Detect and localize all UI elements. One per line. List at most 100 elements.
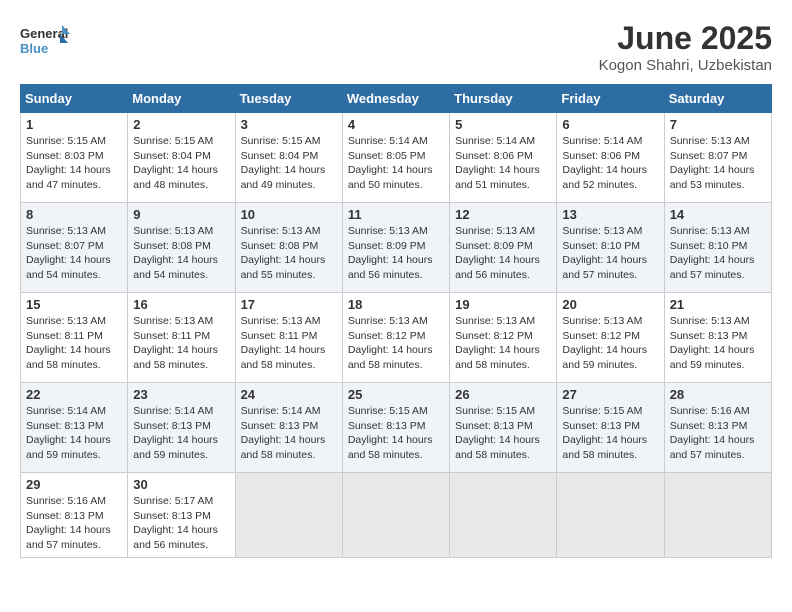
day-number: 6 xyxy=(562,117,658,132)
day-info: Sunrise: 5:14 AMSunset: 8:06 PMDaylight:… xyxy=(562,134,658,193)
calendar-cell: 14 Sunrise: 5:13 AMSunset: 8:10 PMDaylig… xyxy=(664,203,771,293)
calendar-week-1: 1 Sunrise: 5:15 AMSunset: 8:03 PMDayligh… xyxy=(21,113,772,203)
day-number: 13 xyxy=(562,207,658,222)
day-info: Sunrise: 5:14 AMSunset: 8:06 PMDaylight:… xyxy=(455,134,551,193)
calendar-cell: 15 Sunrise: 5:13 AMSunset: 8:11 PMDaylig… xyxy=(21,293,128,383)
day-info: Sunrise: 5:16 AMSunset: 8:13 PMDaylight:… xyxy=(26,494,122,553)
day-number: 18 xyxy=(348,297,444,312)
day-info: Sunrise: 5:13 AMSunset: 8:12 PMDaylight:… xyxy=(455,314,551,373)
calendar-cell xyxy=(342,473,449,558)
calendar-cell: 30 Sunrise: 5:17 AMSunset: 8:13 PMDaylig… xyxy=(128,473,235,558)
calendar-cell: 22 Sunrise: 5:14 AMSunset: 8:13 PMDaylig… xyxy=(21,383,128,473)
day-header-sunday: Sunday xyxy=(21,85,128,113)
calendar-cell: 24 Sunrise: 5:14 AMSunset: 8:13 PMDaylig… xyxy=(235,383,342,473)
calendar-cell: 11 Sunrise: 5:13 AMSunset: 8:09 PMDaylig… xyxy=(342,203,449,293)
day-info: Sunrise: 5:13 AMSunset: 8:10 PMDaylight:… xyxy=(562,224,658,283)
calendar-week-4: 22 Sunrise: 5:14 AMSunset: 8:13 PMDaylig… xyxy=(21,383,772,473)
calendar-cell: 19 Sunrise: 5:13 AMSunset: 8:12 PMDaylig… xyxy=(450,293,557,383)
calendar-cell: 10 Sunrise: 5:13 AMSunset: 8:08 PMDaylig… xyxy=(235,203,342,293)
day-number: 26 xyxy=(455,387,551,402)
day-info: Sunrise: 5:13 AMSunset: 8:07 PMDaylight:… xyxy=(670,134,766,193)
day-number: 15 xyxy=(26,297,122,312)
calendar-cell: 21 Sunrise: 5:13 AMSunset: 8:13 PMDaylig… xyxy=(664,293,771,383)
day-info: Sunrise: 5:13 AMSunset: 8:10 PMDaylight:… xyxy=(670,224,766,283)
calendar-cell xyxy=(557,473,664,558)
day-number: 16 xyxy=(133,297,229,312)
day-info: Sunrise: 5:13 AMSunset: 8:07 PMDaylight:… xyxy=(26,224,122,283)
calendar-table: SundayMondayTuesdayWednesdayThursdayFrid… xyxy=(20,84,772,558)
svg-text:Blue: Blue xyxy=(20,41,48,56)
day-info: Sunrise: 5:15 AMSunset: 8:04 PMDaylight:… xyxy=(133,134,229,193)
day-info: Sunrise: 5:13 AMSunset: 8:11 PMDaylight:… xyxy=(26,314,122,373)
day-number: 5 xyxy=(455,117,551,132)
day-info: Sunrise: 5:13 AMSunset: 8:08 PMDaylight:… xyxy=(133,224,229,283)
title-block: June 2025 Kogon Shahri, Uzbekistan xyxy=(599,20,772,74)
day-number: 11 xyxy=(348,207,444,222)
page-header: General Blue June 2025 Kogon Shahri, Uzb… xyxy=(20,20,772,74)
day-number: 25 xyxy=(348,387,444,402)
calendar-cell xyxy=(235,473,342,558)
day-info: Sunrise: 5:14 AMSunset: 8:13 PMDaylight:… xyxy=(133,404,229,463)
day-info: Sunrise: 5:13 AMSunset: 8:11 PMDaylight:… xyxy=(241,314,337,373)
day-info: Sunrise: 5:17 AMSunset: 8:13 PMDaylight:… xyxy=(133,494,229,553)
day-info: Sunrise: 5:13 AMSunset: 8:13 PMDaylight:… xyxy=(670,314,766,373)
calendar-cell xyxy=(664,473,771,558)
day-header-wednesday: Wednesday xyxy=(342,85,449,113)
calendar-cell: 2 Sunrise: 5:15 AMSunset: 8:04 PMDayligh… xyxy=(128,113,235,203)
calendar-cell: 29 Sunrise: 5:16 AMSunset: 8:13 PMDaylig… xyxy=(21,473,128,558)
calendar-cell: 27 Sunrise: 5:15 AMSunset: 8:13 PMDaylig… xyxy=(557,383,664,473)
day-info: Sunrise: 5:15 AMSunset: 8:13 PMDaylight:… xyxy=(562,404,658,463)
day-number: 22 xyxy=(26,387,122,402)
day-number: 7 xyxy=(670,117,766,132)
logo-svg: General Blue xyxy=(20,20,70,65)
day-number: 12 xyxy=(455,207,551,222)
day-info: Sunrise: 5:15 AMSunset: 8:13 PMDaylight:… xyxy=(348,404,444,463)
calendar-cell: 3 Sunrise: 5:15 AMSunset: 8:04 PMDayligh… xyxy=(235,113,342,203)
day-info: Sunrise: 5:13 AMSunset: 8:12 PMDaylight:… xyxy=(562,314,658,373)
day-number: 14 xyxy=(670,207,766,222)
day-number: 1 xyxy=(26,117,122,132)
calendar-week-5: 29 Sunrise: 5:16 AMSunset: 8:13 PMDaylig… xyxy=(21,473,772,558)
day-number: 17 xyxy=(241,297,337,312)
day-number: 8 xyxy=(26,207,122,222)
day-number: 21 xyxy=(670,297,766,312)
calendar-cell: 6 Sunrise: 5:14 AMSunset: 8:06 PMDayligh… xyxy=(557,113,664,203)
calendar-header-row: SundayMondayTuesdayWednesdayThursdayFrid… xyxy=(21,85,772,113)
day-info: Sunrise: 5:14 AMSunset: 8:05 PMDaylight:… xyxy=(348,134,444,193)
day-number: 30 xyxy=(133,477,229,492)
logo: General Blue xyxy=(20,20,70,65)
calendar-cell: 9 Sunrise: 5:13 AMSunset: 8:08 PMDayligh… xyxy=(128,203,235,293)
calendar-cell: 1 Sunrise: 5:15 AMSunset: 8:03 PMDayligh… xyxy=(21,113,128,203)
day-number: 10 xyxy=(241,207,337,222)
month-title: June 2025 xyxy=(599,20,772,57)
day-number: 19 xyxy=(455,297,551,312)
calendar-cell: 12 Sunrise: 5:13 AMSunset: 8:09 PMDaylig… xyxy=(450,203,557,293)
day-info: Sunrise: 5:13 AMSunset: 8:11 PMDaylight:… xyxy=(133,314,229,373)
day-info: Sunrise: 5:13 AMSunset: 8:08 PMDaylight:… xyxy=(241,224,337,283)
calendar-cell: 23 Sunrise: 5:14 AMSunset: 8:13 PMDaylig… xyxy=(128,383,235,473)
day-header-tuesday: Tuesday xyxy=(235,85,342,113)
day-number: 27 xyxy=(562,387,658,402)
calendar-cell: 26 Sunrise: 5:15 AMSunset: 8:13 PMDaylig… xyxy=(450,383,557,473)
day-header-monday: Monday xyxy=(128,85,235,113)
day-info: Sunrise: 5:15 AMSunset: 8:13 PMDaylight:… xyxy=(455,404,551,463)
day-info: Sunrise: 5:14 AMSunset: 8:13 PMDaylight:… xyxy=(26,404,122,463)
calendar-cell: 17 Sunrise: 5:13 AMSunset: 8:11 PMDaylig… xyxy=(235,293,342,383)
calendar-cell: 4 Sunrise: 5:14 AMSunset: 8:05 PMDayligh… xyxy=(342,113,449,203)
day-number: 3 xyxy=(241,117,337,132)
calendar-cell: 5 Sunrise: 5:14 AMSunset: 8:06 PMDayligh… xyxy=(450,113,557,203)
day-number: 24 xyxy=(241,387,337,402)
location: Kogon Shahri, Uzbekistan xyxy=(599,57,772,74)
day-info: Sunrise: 5:16 AMSunset: 8:13 PMDaylight:… xyxy=(670,404,766,463)
calendar-cell: 20 Sunrise: 5:13 AMSunset: 8:12 PMDaylig… xyxy=(557,293,664,383)
calendar-cell: 16 Sunrise: 5:13 AMSunset: 8:11 PMDaylig… xyxy=(128,293,235,383)
day-header-friday: Friday xyxy=(557,85,664,113)
calendar-cell xyxy=(450,473,557,558)
calendar-week-2: 8 Sunrise: 5:13 AMSunset: 8:07 PMDayligh… xyxy=(21,203,772,293)
day-info: Sunrise: 5:15 AMSunset: 8:03 PMDaylight:… xyxy=(26,134,122,193)
day-number: 2 xyxy=(133,117,229,132)
day-info: Sunrise: 5:13 AMSunset: 8:09 PMDaylight:… xyxy=(455,224,551,283)
day-info: Sunrise: 5:15 AMSunset: 8:04 PMDaylight:… xyxy=(241,134,337,193)
day-info: Sunrise: 5:13 AMSunset: 8:12 PMDaylight:… xyxy=(348,314,444,373)
calendar-cell: 8 Sunrise: 5:13 AMSunset: 8:07 PMDayligh… xyxy=(21,203,128,293)
